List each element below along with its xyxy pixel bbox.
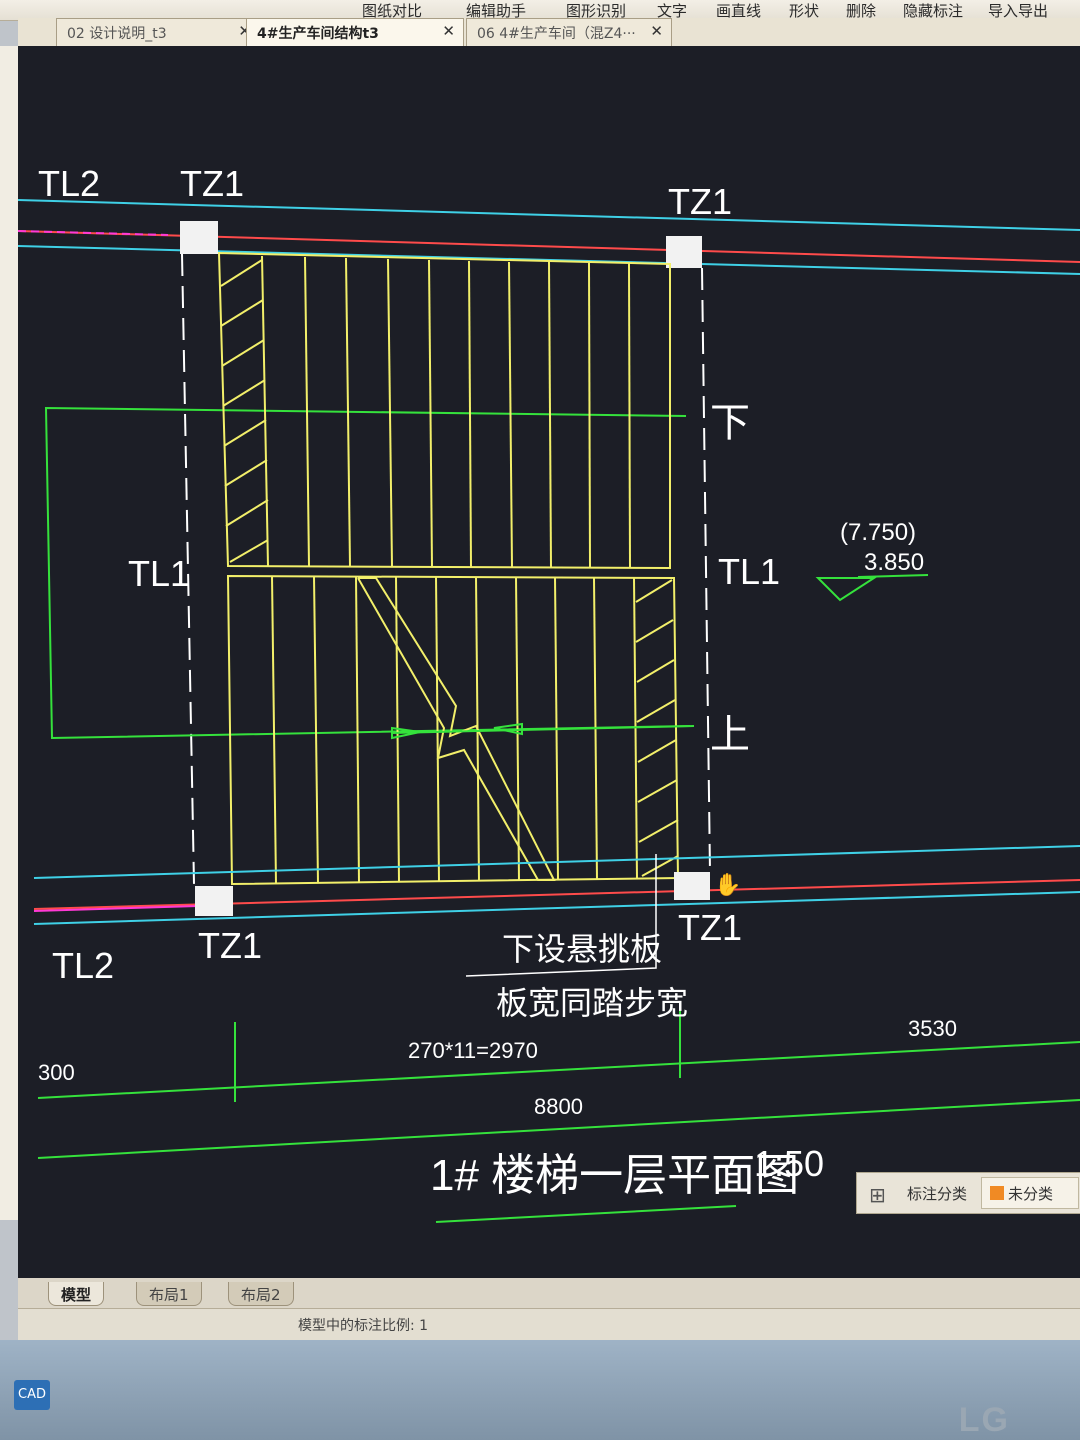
- label-note-line1: 下设悬挑板: [502, 931, 662, 967]
- column-tz1-top-left: [180, 221, 218, 254]
- cad-drawing-canvas[interactable]: TL2 TZ1 TZ1 TL1 TL1 下 上 TZ1 TZ1 TL2 (7.7…: [18, 46, 1080, 1278]
- close-icon[interactable]: ✕: [442, 22, 455, 40]
- elevation-marker: [815, 577, 878, 602]
- close-icon[interactable]: ✕: [650, 22, 663, 40]
- os-taskbar: CAD LG: [0, 1340, 1080, 1440]
- tab-workshop-structure[interactable]: 4#生产车间结构t3 ✕: [246, 18, 464, 46]
- stair-plan-drawing: TL2 TZ1 TZ1 TL1 TL1 下 上 TZ1 TZ1 TL2 (7.7…: [18, 163, 1080, 1223]
- document-tab-bar: 02 设计说明_t3 ✕ 4#生产车间结构t3 ✕ 06 4#生产车间（混Z4·…: [18, 18, 1080, 46]
- tab-model[interactable]: 模型: [48, 1282, 105, 1306]
- top-red-line: [18, 230, 1080, 263]
- column-tz1-bottom-right: [674, 872, 710, 900]
- label-dim-300: 300: [38, 1060, 75, 1085]
- uncategorized-label: 未分类: [1008, 1185, 1054, 1203]
- label-tl1-left: TL1: [128, 553, 190, 594]
- label-dim-3530: 3530: [908, 1016, 957, 1041]
- label-up: 上: [710, 713, 750, 757]
- tab-design-notes[interactable]: 02 设计说明_t3 ✕: [56, 18, 260, 46]
- grid-icon: ⊞: [869, 1183, 886, 1207]
- label-tz1-bottom-right: TZ1: [678, 907, 742, 948]
- tab-layout2[interactable]: 布局2: [228, 1282, 294, 1306]
- top-beam-line-1: [18, 199, 1080, 231]
- tab-label: 02 设计说明_t3: [67, 26, 167, 42]
- status-bar: 模型中的标注比例: 1: [18, 1308, 1080, 1341]
- bottom-red-line: [33, 879, 1080, 910]
- label-tl1-right: TL1: [718, 551, 780, 592]
- bottom-beam-line-2: [33, 891, 1080, 925]
- column-tz1-bottom-left: [195, 886, 233, 916]
- label-tz1-bottom-left: TZ1: [198, 925, 262, 966]
- drawing-scale: 1:50: [754, 1143, 824, 1184]
- annotation-scale-status: 模型中的标注比例: 1: [298, 1318, 429, 1334]
- right-dashed-wall: [701, 267, 711, 873]
- label-dim-steps: 270*11=2970: [408, 1038, 538, 1063]
- label-dim-8800: 8800: [534, 1094, 583, 1119]
- label-tz1-top-left: TZ1: [180, 163, 244, 204]
- tab-workshop-06[interactable]: 06 4#生产车间（混Z4··· ✕: [466, 18, 672, 46]
- label-down: 下: [710, 401, 750, 445]
- column-tz1-top-right: [666, 236, 702, 268]
- left-side-panel: [0, 46, 19, 1220]
- label-tz1-top-right: TZ1: [668, 181, 732, 222]
- tab-label: 06 4#生产车间（混Z4···: [477, 26, 636, 42]
- monitor-brand-logo: LG: [958, 1401, 1010, 1439]
- drawing-title: 1# 楼梯一层平面图: [430, 1151, 799, 1200]
- tab-label: 4#生产车间结构t3: [257, 26, 379, 42]
- orange-swatch-icon: [990, 1186, 1004, 1200]
- layout-tab-bar: 模型 布局1 布局2: [18, 1278, 1080, 1308]
- label-elevation-upper: (7.750): [840, 519, 916, 546]
- label-note-line2: 板宽同踏步宽: [496, 985, 688, 1021]
- hand-cursor-icon: ✋: [714, 872, 741, 898]
- uncategorized-chip[interactable]: 未分类: [981, 1177, 1079, 1209]
- annotation-category-panel[interactable]: ⊞ 标注分类 未分类: [856, 1172, 1080, 1214]
- tab-layout1[interactable]: 布局1: [136, 1282, 202, 1306]
- label-tl2-top: TL2: [38, 163, 100, 204]
- label-tl2-bottom: TL2: [52, 945, 114, 986]
- annotation-category-label: 标注分类: [907, 1185, 968, 1203]
- cad-taskbar-button[interactable]: CAD: [14, 1380, 50, 1410]
- label-elevation-lower: 3.850: [864, 549, 924, 576]
